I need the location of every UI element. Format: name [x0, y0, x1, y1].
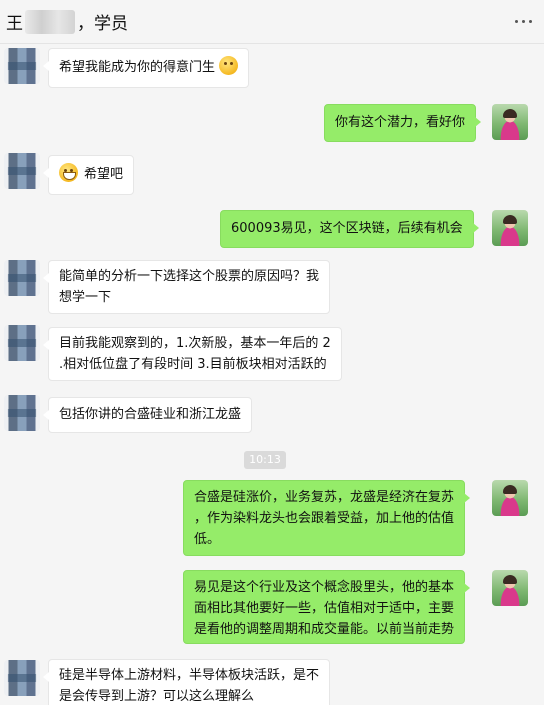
- contact-avatar[interactable]: [4, 660, 40, 696]
- message-bubble-incoming[interactable]: 硅是半导体上游材料，半导体板块活跃，是不 是会传导到上游？可以这么理解么: [42, 659, 331, 705]
- chat-title: 王 ，学员: [6, 9, 128, 34]
- message-bubble-outgoing[interactable]: 合盛是硅涨价，业务复苏，龙盛是经济在复苏 ，作为染料龙头也会跟着受益，加上他的估…: [183, 480, 471, 556]
- message-line: ，作为染料龙头也会跟着受益，加上他的估值: [194, 511, 455, 526]
- message-line: 是会传导到上游？可以这么理解么: [59, 689, 255, 704]
- contact-avatar[interactable]: [4, 153, 40, 189]
- contact-name-suffix: ，学员: [77, 14, 128, 34]
- contact-avatar[interactable]: [4, 395, 40, 431]
- message-line: 面相比其他要好一些，估值相对于适中，主要: [194, 601, 455, 616]
- message-text: 600093易见，这个区块链，后续有机会: [231, 221, 463, 236]
- message-text: 你有这个潜力，看好你: [335, 115, 466, 130]
- timestamp-divider: 10:13: [244, 451, 286, 469]
- contact-avatar[interactable]: [4, 260, 40, 296]
- contact-avatar[interactable]: [4, 325, 40, 361]
- message-bubble-incoming[interactable]: 希望我能成为你的得意门生: [42, 48, 250, 88]
- grin-emoji-icon: [59, 163, 78, 182]
- message-line: 合盛是硅涨价，业务复苏，龙盛是经济在复苏: [194, 490, 455, 505]
- message-line: 能简单的分析一下选择这个股票的原因吗？我: [59, 269, 320, 284]
- message-line: 是看他的调整周期和成交量能。以前当前走势: [194, 622, 455, 637]
- chat-header: 王 ，学员: [0, 0, 544, 44]
- message-bubble-incoming[interactable]: 希望吧: [42, 155, 135, 195]
- my-avatar[interactable]: [492, 210, 528, 246]
- name-redaction: [25, 9, 75, 34]
- my-avatar[interactable]: [492, 480, 528, 516]
- message-text: 包括你讲的合盛硅业和浙江龙盛: [59, 407, 242, 422]
- contact-avatar[interactable]: [4, 48, 40, 84]
- message-line: 想学一下: [59, 290, 112, 305]
- message-line: 易见是这个行业及这个概念股里头，他的基本: [194, 580, 455, 595]
- message-text: 希望吧: [84, 167, 124, 182]
- message-bubble-outgoing[interactable]: 600093易见，这个区块链，后续有机会: [220, 210, 479, 248]
- my-avatar[interactable]: [492, 570, 528, 606]
- message-bubble-incoming[interactable]: 包括你讲的合盛硅业和浙江龙盛: [42, 397, 253, 433]
- message-line: .相对低位盘了有段时间 3.目前板块相对活跃的: [59, 357, 327, 372]
- message-line: 目前我能观察到的，1.次新股，基本一年后的 2: [59, 336, 331, 351]
- chat-window: 王 ，学员 希望我能成为你的得意门生 你有这个潜力，看好你 希望吧 600093…: [0, 0, 544, 705]
- message-bubble-incoming[interactable]: 能简单的分析一下选择这个股票的原因吗？我 想学一下: [42, 260, 331, 314]
- message-line: 低。: [194, 532, 221, 547]
- message-line: 硅是半导体上游材料，半导体板块活跃，是不: [59, 668, 320, 683]
- thinking-emoji-icon: [219, 56, 239, 75]
- message-text: 希望我能成为你的得意门生: [59, 60, 216, 75]
- message-bubble-incoming[interactable]: 目前我能观察到的，1.次新股，基本一年后的 2 .相对低位盘了有段时间 3.目前…: [43, 327, 342, 381]
- contact-name-prefix: 王: [6, 14, 23, 34]
- message-bubble-outgoing[interactable]: 易见是这个行业及这个概念股里头，他的基本 面相比其他要好一些，估值相对于适中，主…: [183, 570, 471, 644]
- more-options-icon[interactable]: [515, 20, 532, 23]
- my-avatar[interactable]: [492, 104, 528, 140]
- message-bubble-outgoing[interactable]: 你有这个潜力，看好你: [324, 104, 482, 142]
